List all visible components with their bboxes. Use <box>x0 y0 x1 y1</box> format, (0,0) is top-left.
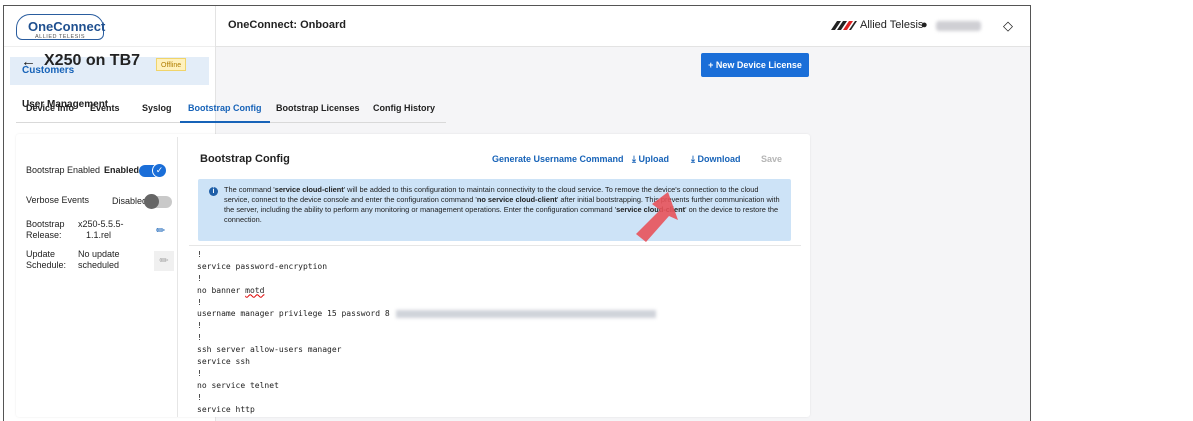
code-line: no banner motd <box>197 285 265 295</box>
code-line: ! <box>197 321 202 331</box>
bootstrap-enabled-toggle[interactable]: ✓ <box>139 163 167 178</box>
logo-subtitle: ALLIED TELESIS <box>35 34 86 40</box>
redacted-password <box>395 309 656 318</box>
back-arrow-icon[interactable]: ← <box>21 53 36 70</box>
code-line: ! <box>197 273 202 283</box>
tab-device-info[interactable]: Device Info <box>26 93 74 123</box>
save-button[interactable]: Save <box>761 154 782 164</box>
update-schedule-label-1: Update <box>26 249 56 259</box>
update-schedule-value-1: No update <box>78 249 120 259</box>
logo-name: OneConnect <box>28 19 106 34</box>
app-window: OneConnect ALLIED TELESIS Customers User… <box>3 5 1031 421</box>
allied-telesis-logo-icon <box>831 20 857 30</box>
code-line: ! <box>197 392 202 402</box>
code-line: ssh server allow-users manager <box>197 345 342 355</box>
check-icon: ✓ <box>152 163 167 178</box>
edit-schedule-pencil-icon[interactable]: ✏ <box>154 251 174 271</box>
update-schedule-label-2: Schedule: <box>26 260 67 270</box>
spellcheck-word: motd <box>245 285 265 295</box>
verbose-events-label: Verbose Events <box>26 195 90 205</box>
upload-button[interactable]: ⤓ Upload <box>632 154 669 165</box>
new-device-license-button[interactable]: + New Device License <box>701 53 809 77</box>
bootstrap-release-label-2: Release: <box>26 230 62 240</box>
tab-syslog[interactable]: Syslog <box>142 93 172 123</box>
update-schedule-value-2: scheduled <box>78 260 120 270</box>
tab-config-history[interactable]: Config History <box>373 93 435 123</box>
code-line: ! <box>197 333 202 343</box>
bootstrap-enabled-label: Bootstrap Enabled <box>26 165 101 175</box>
bootstrap-settings-pane: Bootstrap Enabled Enabled ✓ Verbose Even… <box>18 137 178 417</box>
code-line: ! <box>197 297 202 307</box>
download-button[interactable]: ⤓ Download <box>691 154 740 165</box>
diamond-icon[interactable]: ◇ <box>1003 18 1013 34</box>
logo[interactable]: OneConnect ALLIED TELESIS <box>4 6 215 47</box>
code-line: ! <box>197 250 202 259</box>
code-line: service password-encryption <box>197 261 328 271</box>
top-bar: OneConnect: Onboard Allied Telesis ● ◇ <box>216 6 1030 47</box>
tab-bootstrap-licenses[interactable]: Bootstrap Licenses <box>276 93 360 123</box>
generate-username-command-button[interactable]: Generate Username Command <box>492 154 624 164</box>
bootstrap-config-title: Bootstrap Config <box>200 153 290 165</box>
verbose-events-value: Disabled <box>112 196 148 206</box>
status-badge: Offline <box>156 58 187 71</box>
brand: Allied Telesis <box>831 19 923 31</box>
code-line: username manager privilege 15 password 8 <box>189 308 801 320</box>
tab-bootstrap-config[interactable]: Bootstrap Config <box>180 93 270 123</box>
bootstrap-release-value-2: 1.1.rel <box>86 230 112 240</box>
code-line: no service telnet <box>197 380 279 390</box>
info-icon: i <box>209 187 218 196</box>
tab-events[interactable]: Events <box>90 93 120 123</box>
code-line: service http <box>197 404 255 414</box>
info-banner: i The command 'service cloud-client' wil… <box>198 179 791 241</box>
annotation-arrow-icon <box>636 192 678 242</box>
code-line: service ssh <box>197 357 250 367</box>
app-title: OneConnect: Onboard <box>228 19 346 31</box>
bootstrap-release-label-1: Bootstrap <box>26 219 65 229</box>
user-icon[interactable]: ● <box>921 19 928 31</box>
code-line: ! <box>197 368 202 378</box>
tab-bar: Device Info Events Syslog Bootstrap Conf… <box>16 93 446 123</box>
bootstrap-release-value-1: x250-5.5.5- <box>78 219 124 229</box>
bootstrap-enabled-value: Enabled <box>104 165 140 175</box>
brand-name: Allied Telesis <box>860 19 924 31</box>
verbose-events-toggle[interactable] <box>144 194 172 209</box>
edit-release-pencil-icon[interactable]: ✏ <box>156 224 165 237</box>
user-name-redacted[interactable] <box>936 21 981 31</box>
config-editor[interactable]: ! service password-encryption ! no banne… <box>189 245 801 417</box>
device-title: X250 on TB7 <box>44 52 141 69</box>
